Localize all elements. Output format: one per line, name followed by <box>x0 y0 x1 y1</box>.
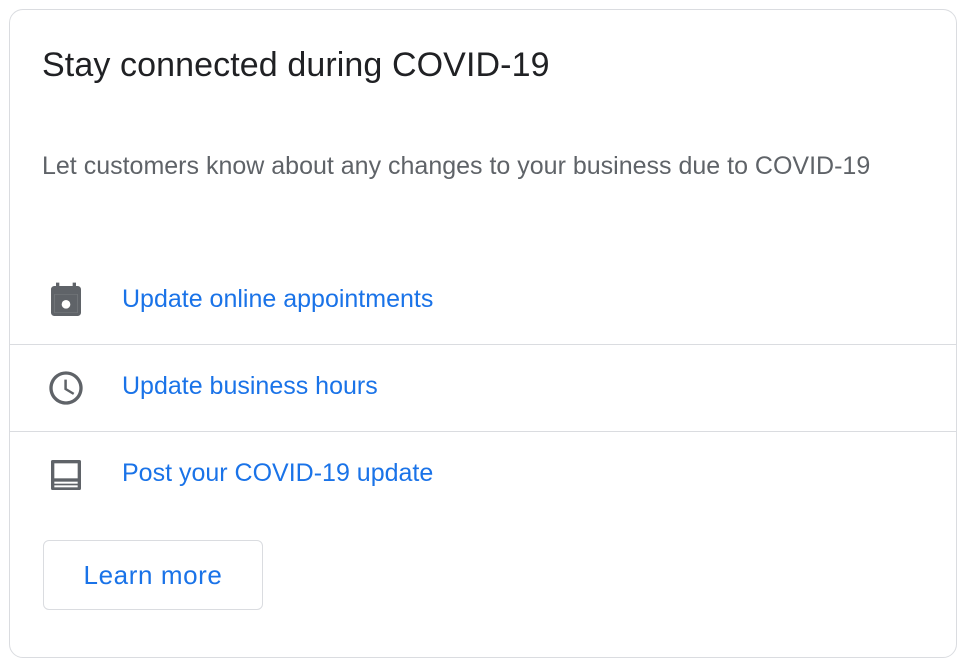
update-appointments-label: Update online appointments <box>122 285 434 313</box>
update-hours-link[interactable]: Update business hours <box>10 345 956 432</box>
action-list: Update online appointments Update busine… <box>10 258 956 518</box>
update-appointments-link[interactable]: Update online appointments <box>10 258 956 345</box>
post-update-icon <box>46 455 86 495</box>
card-title: Stay connected during COVID-19 <box>42 46 550 84</box>
post-update-label: Post your COVID-19 update <box>122 459 434 487</box>
clock-icon <box>46 368 86 408</box>
covid-update-card: Stay connected during COVID-19 Let custo… <box>9 9 957 658</box>
update-hours-label: Update business hours <box>122 372 378 400</box>
calendar-event-icon <box>46 281 86 321</box>
post-update-link[interactable]: Post your COVID-19 update <box>10 432 956 518</box>
card-description: Let customers know about any changes to … <box>42 152 871 180</box>
learn-more-button[interactable]: Learn more <box>43 540 263 610</box>
